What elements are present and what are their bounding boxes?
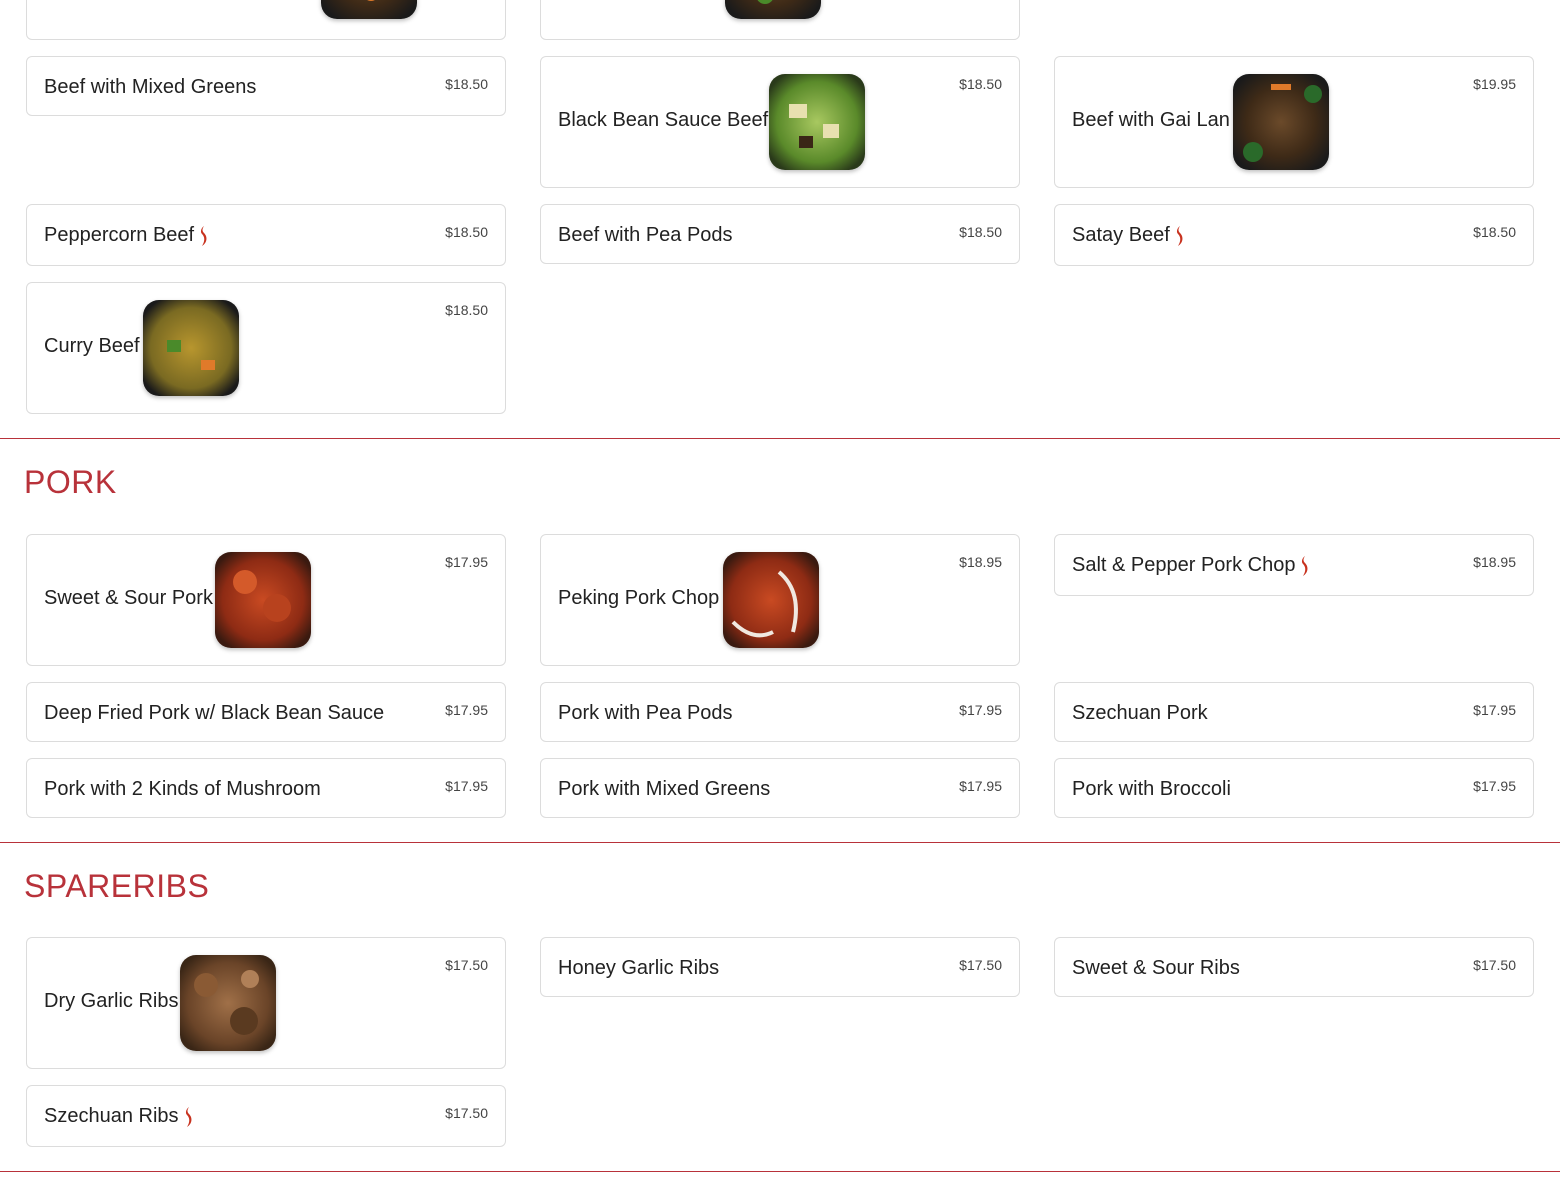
menu-item-card[interactable]: Beef with Pea Pods $18.50 [540,204,1020,264]
item-name: Beef with Mixed Greens [44,76,257,98]
food-photo [725,0,821,19]
item-name: Honey Garlic Ribs [558,957,720,979]
item-price: $18.95 [1473,554,1516,570]
menu-item-card[interactable]: Szechuan Ribs $17.50 [26,1085,506,1147]
food-photo [215,552,311,648]
item-name-text: Salt & Pepper Pork Chop [1072,554,1296,576]
section-title-spareribs: SPARERIBS [24,868,210,904]
item-price: $17.95 [445,702,488,718]
item-name-text: Satay Beef [1072,224,1170,246]
item-price: $17.95 [445,778,488,794]
menu-item-card[interactable]: Curry Beef $18.50 [26,282,506,414]
menu-item-card[interactable]: Beef with Gai Lan $19.95 [1054,56,1534,188]
item-price: $18.95 [959,554,1002,570]
item-price: $18.50 [445,76,488,92]
menu-item-card[interactable]: Pork with Mixed Greens $17.95 [540,758,1020,818]
item-name: Pork with Mixed Greens [558,778,771,800]
menu-item-card[interactable]: Sweet & Sour Ribs $17.50 [1054,937,1534,997]
spicy-chili-icon [201,225,207,246]
menu-item-card[interactable]: Deep Fried Pork w/ Black Bean Sauce $17.… [26,682,506,742]
food-photo [180,955,276,1051]
item-name: Sweet & Sour Pork [44,587,213,609]
item-price: $17.95 [1473,778,1516,794]
menu-item-card-partial[interactable] [26,0,506,40]
spicy-chili-icon [1302,555,1308,576]
menu-item-card[interactable]: Beef with Mixed Greens $18.50 [26,56,506,116]
item-name: Szechuan Ribs [44,1104,195,1128]
item-price: $18.50 [959,76,1002,92]
item-name: Pork with Broccoli [1072,778,1231,800]
menu-item-card[interactable]: Peppercorn Beef $18.50 [26,204,506,266]
menu-item-card-partial[interactable] [540,0,1020,40]
menu-item-card[interactable]: Peking Pork Chop $18.95 [540,534,1020,666]
food-photo [723,552,819,648]
item-price: $17.95 [959,778,1002,794]
section-divider [0,438,1560,439]
menu-item-card[interactable]: Black Bean Sauce Beef $18.50 [540,56,1020,188]
menu-item-card[interactable]: Szechuan Pork $17.95 [1054,682,1534,742]
section-title-pork: PORK [24,464,117,500]
food-photo [769,74,865,170]
item-price: $18.50 [445,302,488,318]
item-name: Peking Pork Chop [558,587,720,609]
item-name: Szechuan Pork [1072,702,1208,724]
section-divider [0,842,1560,843]
menu-item-card[interactable]: Pork with 2 Kinds of Mushroom $17.95 [26,758,506,818]
menu-item-card[interactable]: Pork with Broccoli $17.95 [1054,758,1534,818]
item-price: $17.50 [445,1105,488,1121]
item-name-text: Peppercorn Beef [44,224,195,246]
item-price: $18.50 [1473,224,1516,240]
item-name: Pork with Pea Pods [558,702,733,724]
item-price: $18.50 [445,224,488,240]
item-price: $17.95 [445,554,488,570]
menu-item-card[interactable]: Dry Garlic Ribs $17.50 [26,937,506,1069]
item-name: Black Bean Sauce Beef [558,109,769,131]
item-name: Salt & Pepper Pork Chop [1072,553,1311,577]
item-price: $17.95 [959,702,1002,718]
item-name: Sweet & Sour Ribs [1072,957,1240,979]
section-divider [0,1171,1560,1172]
item-name: Beef with Gai Lan [1072,109,1230,131]
spicy-chili-icon [185,1106,191,1127]
menu-item-card[interactable]: Satay Beef $18.50 [1054,204,1534,266]
item-name: Satay Beef [1072,223,1186,247]
food-photo [1233,74,1329,170]
menu-item-card[interactable]: Pork with Pea Pods $17.95 [540,682,1020,742]
item-price: $17.50 [959,957,1002,973]
food-photo [143,300,239,396]
menu-item-card[interactable]: Salt & Pepper Pork Chop $18.95 [1054,534,1534,596]
item-price: $17.50 [1473,957,1516,973]
item-name: Curry Beef [44,335,140,357]
spicy-chili-icon [1176,225,1183,246]
menu-item-card[interactable]: Sweet & Sour Pork $17.95 [26,534,506,666]
item-name: Pork with 2 Kinds of Mushroom [44,778,321,800]
item-name: Peppercorn Beef [44,223,210,247]
item-price: $17.95 [1473,702,1516,718]
item-name-text: Szechuan Ribs [44,1105,179,1127]
food-photo [321,0,417,19]
item-name: Beef with Pea Pods [558,224,733,246]
item-price: $19.95 [1473,76,1516,92]
menu-item-card[interactable]: Honey Garlic Ribs $17.50 [540,937,1020,997]
item-price: $17.50 [445,957,488,973]
item-name: Deep Fried Pork w/ Black Bean Sauce [44,702,385,724]
item-name: Dry Garlic Ribs [44,990,179,1012]
item-price: $18.50 [959,224,1002,240]
